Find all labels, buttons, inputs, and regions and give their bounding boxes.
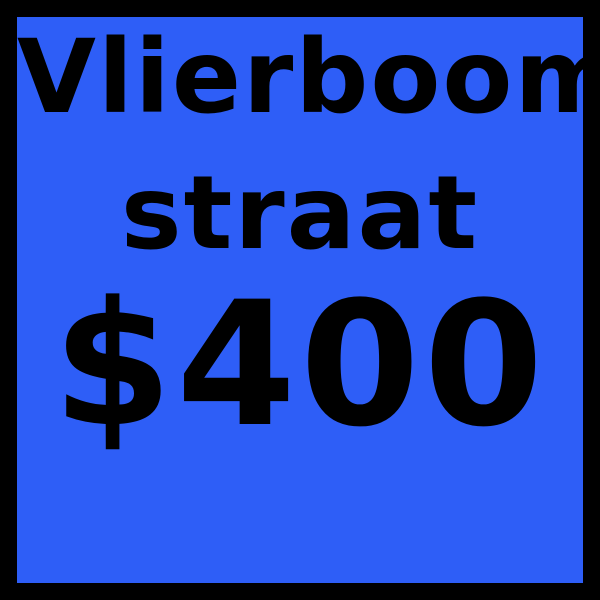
- price-label: $400: [52, 264, 548, 465]
- street-name-line-2: straat: [120, 154, 480, 273]
- street-name-line-1: Vlierboom-: [17, 18, 583, 137]
- property-card: Vlierboom- straat $400: [0, 0, 600, 600]
